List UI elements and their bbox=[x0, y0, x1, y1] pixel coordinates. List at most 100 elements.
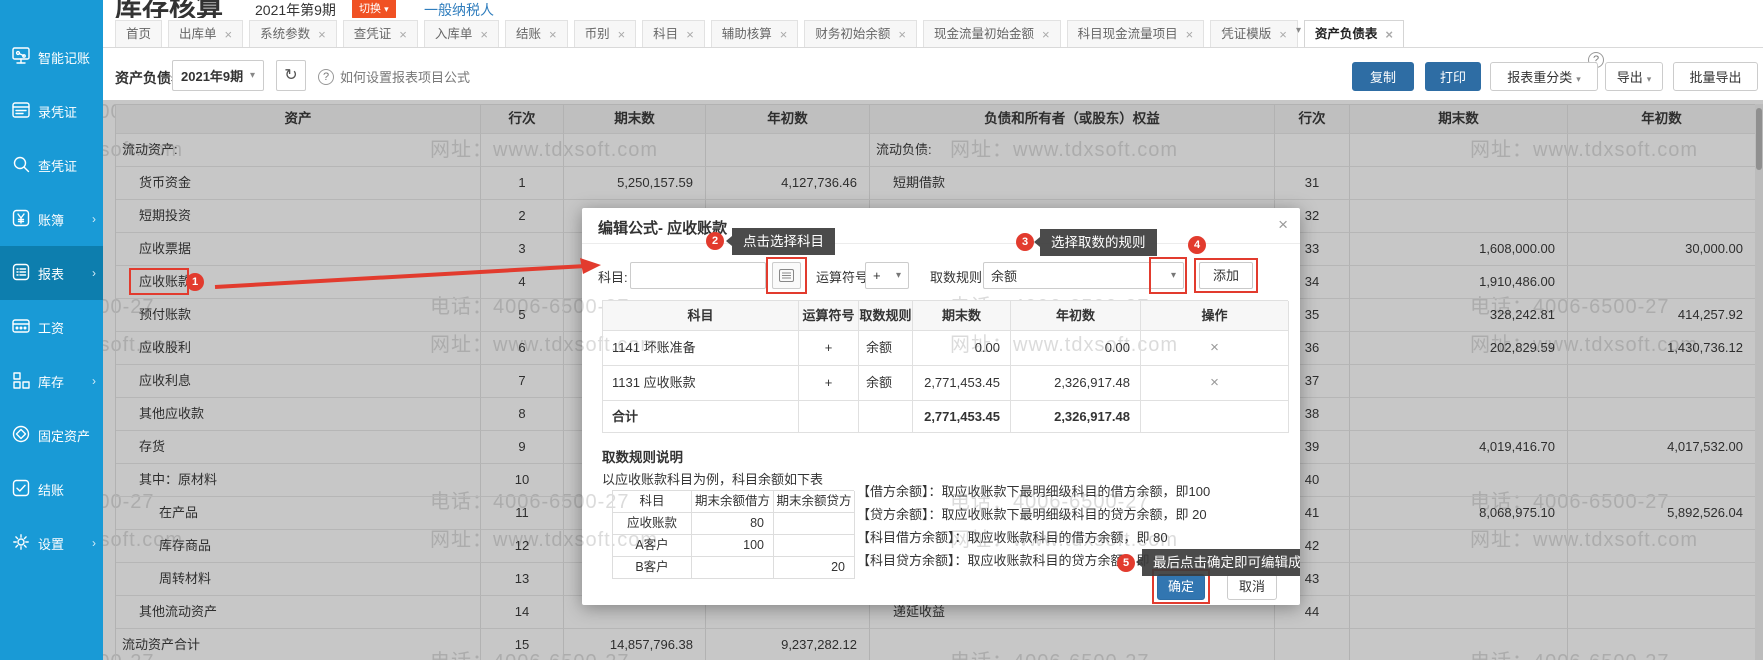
ending-cell: 2,771,453.45 bbox=[913, 366, 1011, 401]
reclassify-button[interactable]: 报表重分类▾ bbox=[1490, 62, 1598, 91]
tab-label: 首页 bbox=[126, 22, 151, 47]
subject-picker-button[interactable] bbox=[772, 262, 801, 289]
rule-cell: 余额 bbox=[859, 331, 913, 366]
close-icon[interactable]: × bbox=[780, 22, 788, 47]
tab-label: 出库单 bbox=[179, 22, 217, 47]
rule-example-header: 科目期末余额借方期末余额贷方 bbox=[613, 491, 854, 513]
close-icon[interactable]: × bbox=[1042, 22, 1050, 47]
period-switch-badge[interactable]: 切换 ▾ bbox=[352, 0, 396, 19]
tab-label: 系统参数 bbox=[260, 22, 310, 47]
chevron-down-icon: ▾ bbox=[896, 270, 901, 281]
rule-example-col-header: 期末余额借方 bbox=[692, 491, 774, 513]
ending-cell: 0.00 bbox=[913, 331, 1011, 366]
sidebar-item-icon bbox=[11, 100, 31, 123]
tab[interactable]: 科目 × bbox=[642, 20, 705, 47]
step-2-tooltip: 点击选择科目 bbox=[732, 228, 835, 255]
chevron-right-icon: › bbox=[92, 266, 96, 280]
sidebar-item[interactable]: 结账 › bbox=[0, 462, 103, 516]
close-icon[interactable]: × bbox=[898, 22, 906, 47]
tab[interactable]: 结账 × bbox=[505, 20, 568, 47]
close-icon[interactable]: × bbox=[1279, 22, 1287, 47]
rule-example-row: 应收账款 80 bbox=[613, 513, 854, 535]
example-subject: 应收账款 bbox=[613, 513, 692, 535]
beginning-cell: 0.00 bbox=[1011, 331, 1141, 366]
example-debit: 80 bbox=[692, 513, 774, 535]
confirm-button[interactable]: 确定 bbox=[1157, 574, 1205, 600]
close-icon[interactable]: × bbox=[225, 22, 233, 47]
close-icon[interactable]: × bbox=[1278, 215, 1288, 235]
tab[interactable]: 入库单 × bbox=[424, 20, 499, 47]
operator-select[interactable]: +▾ bbox=[865, 262, 909, 289]
tab[interactable]: 科目现金流量项目 × bbox=[1067, 20, 1205, 47]
step-5-tooltip: 最后点击确定即可编辑成功 bbox=[1142, 549, 1300, 576]
sidebar-item[interactable]: 设置 › bbox=[0, 516, 103, 570]
chevron-right-icon: › bbox=[92, 536, 96, 550]
tab[interactable]: 查凭证 × bbox=[343, 20, 418, 47]
sidebar-item[interactable]: 查凭证 › bbox=[0, 138, 103, 192]
tab[interactable]: 现金流量初始金额 × bbox=[923, 20, 1061, 47]
question-icon: ? bbox=[318, 69, 334, 85]
tab[interactable]: 凭证模版 × bbox=[1210, 20, 1298, 47]
formula-col-header: 运算符号 bbox=[799, 301, 859, 331]
subject-cell: 1131 应收账款 bbox=[603, 366, 799, 401]
print-button[interactable]: 打印 bbox=[1425, 62, 1481, 91]
tab[interactable]: 辅助核算 × bbox=[711, 20, 799, 47]
remove-row-icon[interactable]: × bbox=[1141, 331, 1289, 366]
rule-help-line: 【借方余额】：取应收账款下最明细级科目的借方余额，即100 bbox=[857, 480, 1210, 503]
sidebar-item[interactable]: 账簿 › bbox=[0, 192, 103, 246]
cancel-button[interactable]: 取消 bbox=[1227, 574, 1277, 600]
tab[interactable]: 资产负债表 × bbox=[1304, 20, 1404, 47]
close-icon[interactable]: × bbox=[549, 22, 557, 47]
tab[interactable]: 系统参数 × bbox=[249, 20, 337, 47]
remove-row-icon[interactable]: × bbox=[1141, 366, 1289, 401]
formula-help-link[interactable]: ?如何设置报表项目公式 bbox=[318, 67, 470, 86]
close-icon[interactable]: × bbox=[318, 22, 326, 47]
sidebar-item-label: 库存 bbox=[38, 372, 64, 391]
period-select[interactable]: 2021年9期▾ bbox=[172, 60, 264, 91]
close-icon[interactable]: × bbox=[480, 22, 488, 47]
copy-button[interactable]: 复制 bbox=[1352, 62, 1414, 91]
sidebar-item-icon bbox=[11, 208, 31, 231]
subject-label: 科目: bbox=[598, 267, 628, 286]
sidebar-item-icon bbox=[11, 532, 31, 555]
formula-table-row: 1141 坏账准备 + 余额 0.00 0.00 × bbox=[603, 331, 1288, 366]
total-label: 合计 bbox=[603, 401, 799, 433]
sidebar-item[interactable]: 工资 › bbox=[0, 300, 103, 354]
tab[interactable]: 财务初始余额 × bbox=[804, 20, 917, 47]
sidebar-item-label: 录凭证 bbox=[38, 102, 77, 121]
sidebar-item-label: 智能记账 bbox=[38, 48, 90, 67]
rule-help-line: 【贷方余额】：取应收账款下最明细级科目的贷方余额，即 20 bbox=[857, 503, 1210, 526]
subject-input[interactable] bbox=[630, 262, 766, 289]
tab-dropdown-caret[interactable]: ▾ bbox=[1292, 25, 1305, 36]
sidebar-item[interactable]: 库存 › bbox=[0, 354, 103, 408]
rule-example-col-header: 科目 bbox=[613, 491, 692, 513]
close-icon[interactable]: × bbox=[1385, 22, 1393, 47]
sidebar-item-icon bbox=[11, 424, 31, 447]
tab[interactable]: 首页 × bbox=[115, 20, 162, 47]
sidebar-item[interactable]: 智能记账 › bbox=[0, 30, 103, 84]
export-button[interactable]: 导出▾ bbox=[1605, 62, 1663, 91]
toolbar: 资产负债表 2021年9期▾ ↻ ?如何设置报表项目公式 复制 打印 ? 报表重… bbox=[103, 48, 1763, 104]
sidebar-item-icon bbox=[11, 262, 31, 285]
chevron-right-icon: › bbox=[92, 212, 96, 226]
close-icon[interactable]: × bbox=[686, 22, 694, 47]
tab[interactable]: 出库单 × bbox=[168, 20, 243, 47]
rule-example-col-header: 期末余额贷方 bbox=[774, 491, 855, 513]
add-button[interactable]: 添加 bbox=[1199, 262, 1253, 289]
edit-formula-modal: 电话：4006-6500-27网址：www.tdxsoft.com电话：4006… bbox=[582, 208, 1300, 605]
tab-label: 凭证模版 bbox=[1221, 22, 1271, 47]
subject-cell: 1141 坏账准备 bbox=[603, 331, 799, 366]
rule-select[interactable]: 余额▾ bbox=[983, 262, 1184, 289]
refresh-button[interactable]: ↻ bbox=[276, 60, 306, 91]
tab-bar: 首页 × 出库单 × 系统参数 × 查凭证 × 入库单 × bbox=[103, 18, 1763, 48]
sidebar-item[interactable]: 报表 › bbox=[0, 246, 103, 300]
formula-subjects-table: 科目运算符号取数规则期末数年初数操作 1141 坏账准备 + 余额 0.00 0… bbox=[602, 300, 1288, 433]
sidebar-item[interactable]: 录凭证 › bbox=[0, 84, 103, 138]
batch-export-button[interactable]: 批量导出 bbox=[1673, 62, 1758, 91]
tab[interactable]: 币别 × bbox=[574, 20, 637, 47]
close-icon[interactable]: × bbox=[399, 22, 407, 47]
close-icon[interactable]: × bbox=[618, 22, 626, 47]
taxpayer-type-link[interactable]: 一般纳税人 bbox=[424, 0, 494, 20]
sidebar-item[interactable]: 固定资产 › bbox=[0, 408, 103, 462]
close-icon[interactable]: × bbox=[1186, 22, 1194, 47]
